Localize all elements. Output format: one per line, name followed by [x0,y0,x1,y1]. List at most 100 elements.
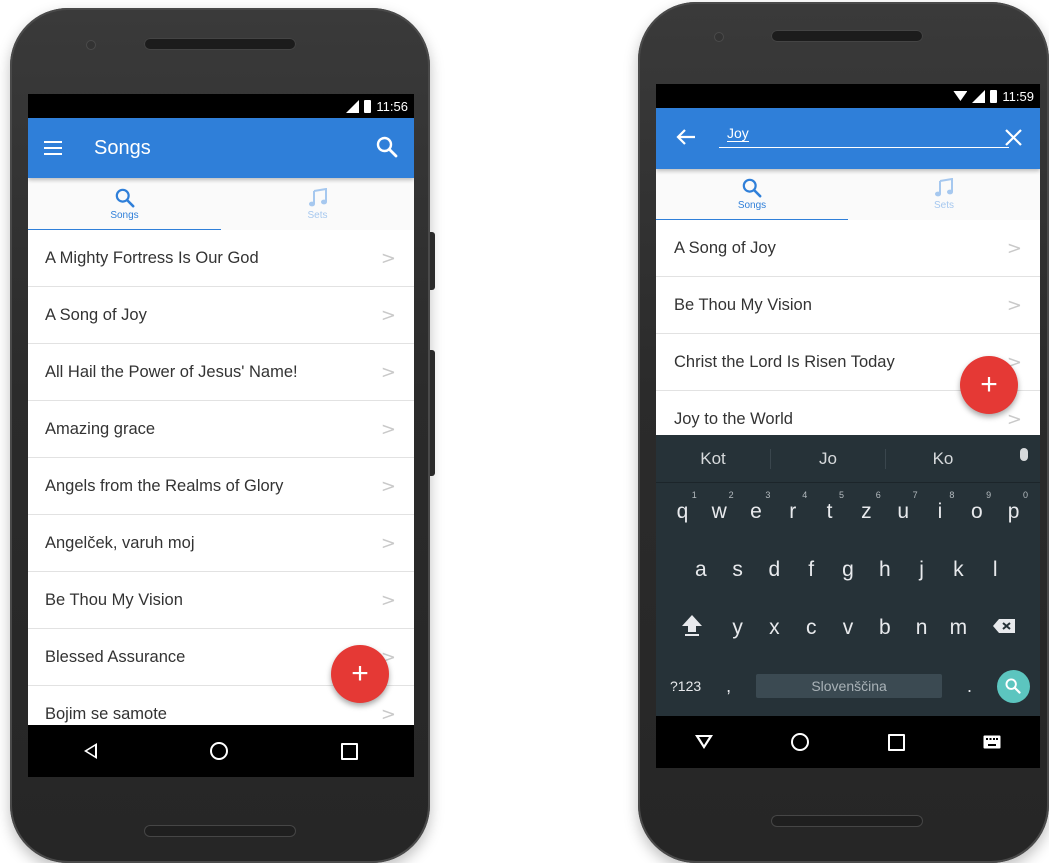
left-screen: 11:56 Songs Songs Sets A Mighty Fortress… [28,94,414,777]
keyboard-row-1: q1 w2 e3 r4 t5 z6 u7 i8 o9 p0 [656,483,1040,541]
keyboard-row-3: y x c v b n m [656,599,1040,657]
shift-key[interactable] [665,613,719,643]
hide-keyboard-icon[interactable] [695,735,714,749]
keyboard-row-4: ?123 , Slovenščina . [656,657,1040,715]
tab-label: Sets [307,209,328,221]
search-icon [742,178,762,198]
key[interactable]: x [756,616,793,640]
key[interactable]: f [793,558,830,582]
key[interactable]: c [793,616,830,640]
key[interactable]: b [866,616,903,640]
key[interactable]: o9 [958,490,995,524]
suggestion[interactable]: Ko [885,448,1000,469]
symbols-key[interactable]: ?123 [670,678,701,694]
suggestion[interactable]: Jo [770,448,885,469]
tab-songs[interactable]: Songs [656,169,848,221]
list-item[interactable]: Angelček, varuh moj > [28,515,414,572]
key[interactable]: w2 [701,490,738,524]
period-key[interactable]: . [955,676,985,697]
song-title: Joy to the World [674,409,793,428]
song-title: Christ the Lord Is Risen Today [674,352,895,371]
tab-sets[interactable]: Sets [848,169,1040,220]
list-item[interactable]: All Hail the Power of Jesus' Name! > [28,344,414,401]
menu-icon[interactable] [44,141,62,155]
add-song-button[interactable]: + [331,645,389,703]
chevron-right-icon: > [380,418,396,440]
search-icon[interactable] [376,136,398,158]
chevron-right-icon: > [1006,237,1022,259]
key[interactable]: u7 [885,490,922,524]
home-icon[interactable] [791,733,810,751]
front-camera [714,32,724,42]
keyboard-row-2: a s d f g h j k l [656,541,1040,599]
volume-button [430,232,435,290]
list-item[interactable]: A Mighty Fortress Is Our God > [28,230,414,287]
song-title: Amazing grace [45,419,156,438]
list-item[interactable]: A Song of Joy > [28,287,414,344]
chevron-right-icon: > [380,247,396,269]
home-icon[interactable] [209,742,228,760]
key[interactable]: g [830,558,867,582]
list-item[interactable]: Amazing grace > [28,401,414,458]
key[interactable]: q1 [664,490,701,524]
key[interactable]: i8 [922,490,959,524]
list-item[interactable]: Be Thou My Vision > [656,277,1040,334]
key[interactable]: z6 [848,490,885,524]
list-item[interactable]: A Song of Joy > [656,220,1040,277]
search-results-list: A Song of Joy > Be Thou My Vision > Christ… [656,220,1040,448]
key[interactable]: a [682,558,719,582]
song-title: Blessed Assurance [45,647,186,666]
key[interactable]: j [903,558,940,582]
tab-bar: Songs Sets [656,169,1040,221]
recents-icon[interactable] [887,733,905,751]
wifi-icon [953,91,968,101]
backspace-key[interactable] [977,616,1031,640]
list-item[interactable]: Be Thou My Vision > [28,572,414,629]
plus-icon: + [351,657,369,690]
power-button [430,350,435,476]
key[interactable]: p0 [995,490,1032,524]
song-title: A Song of Joy [674,238,776,257]
right-screen: 11:59 Joy Songs Sets A Song of Joy > Be … [656,84,1040,768]
status-time: 11:56 [376,98,408,114]
chevron-right-icon: > [380,475,396,497]
close-icon[interactable] [1005,129,1022,146]
music-note-icon [308,187,327,206]
key[interactable]: t5 [811,490,848,524]
search-key[interactable] [996,669,1030,703]
key[interactable]: s [719,558,756,582]
keyboard-icon[interactable] [983,735,1001,749]
key[interactable]: v [830,616,867,640]
add-song-button[interactable]: + [960,356,1018,414]
key[interactable]: k [940,558,977,582]
tab-songs[interactable]: Songs [28,178,221,231]
list-item[interactable]: Angels from the Realms of Glory > [28,458,414,515]
shift-arrow-icon [682,615,703,636]
comma-key[interactable]: , [714,676,744,697]
plus-icon: + [980,368,998,401]
key[interactable]: l [977,558,1014,582]
key[interactable]: m [940,616,977,640]
search-icon [115,188,134,207]
space-bar[interactable]: Slovenščina [756,674,943,698]
key[interactable]: h [866,558,903,582]
search-icon [1005,678,1022,694]
key[interactable]: n [903,616,940,640]
microphone-icon[interactable] [1020,448,1028,461]
key[interactable]: e3 [738,490,775,524]
tab-bar: Songs Sets [28,178,414,231]
suggestion[interactable]: Kot [656,449,770,469]
status-time: 11:59 [1002,88,1034,104]
key[interactable]: y [719,616,756,640]
back-icon[interactable] [84,743,98,759]
search-input[interactable]: Joy [719,120,1009,148]
recents-icon[interactable] [340,742,358,760]
key[interactable]: d [756,558,793,582]
bottom-speaker [771,815,923,827]
tab-label: Songs [737,200,767,211]
key[interactable]: r4 [774,490,811,524]
arrow-left-icon[interactable] [676,128,696,146]
signal-icon [346,99,360,113]
tab-sets[interactable]: Sets [221,178,414,230]
tab-label: Songs [110,209,139,221]
